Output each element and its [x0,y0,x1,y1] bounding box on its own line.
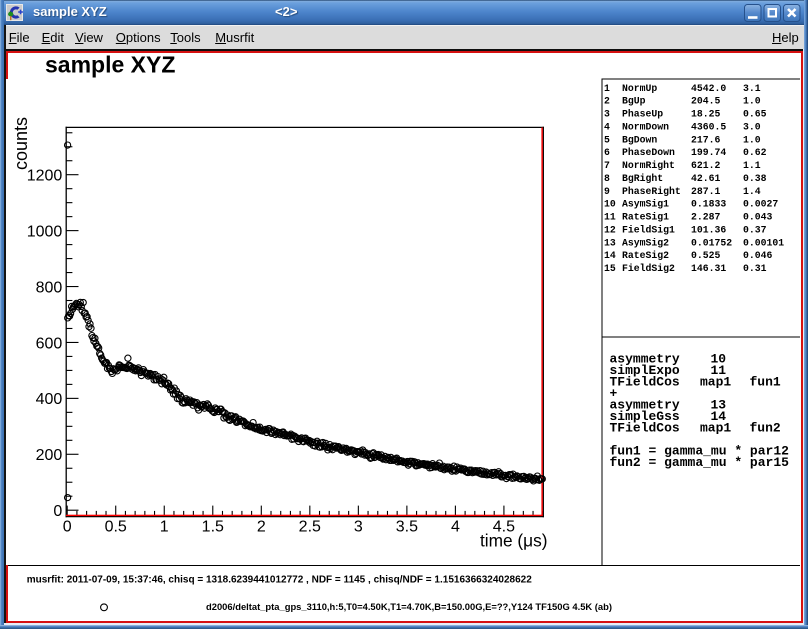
svg-text:4542.0: 4542.0 [691,83,726,94]
svg-text:PhaseRight: PhaseRight [622,186,681,197]
svg-text:13: 13 [604,237,616,248]
svg-text:287.1: 287.1 [691,186,721,197]
svg-text:9: 9 [604,186,610,197]
svg-text:600: 600 [36,335,63,352]
svg-text:1200: 1200 [27,168,63,185]
svg-text:sample XYZ: sample XYZ [45,51,175,77]
svg-text:3: 3 [604,109,610,120]
svg-text:8: 8 [604,173,610,184]
svg-text:3: 3 [354,519,363,536]
svg-text:1.1: 1.1 [743,160,761,171]
svg-text:2: 2 [257,519,266,536]
svg-text:TFieldCos: TFieldCos [610,420,680,435]
svg-text:0.01752: 0.01752 [691,237,732,248]
svg-text:3.1: 3.1 [743,83,761,94]
svg-text:15: 15 [604,263,616,274]
svg-text:1: 1 [160,519,169,536]
svg-text:PhaseDown: PhaseDown [622,147,675,158]
svg-text:0.046: 0.046 [743,250,773,261]
svg-text:fun2 = gamma_mu * par15: fun2 = gamma_mu * par15 [610,455,790,470]
svg-text:NormRight: NormRight [622,160,675,171]
svg-text:0.00101: 0.00101 [743,237,784,248]
svg-text:200: 200 [36,447,63,464]
svg-text:PhaseUp: PhaseUp [622,109,663,120]
svg-text:400: 400 [36,391,63,408]
svg-text:0.0027: 0.0027 [743,199,778,210]
svg-text:AsymSig2: AsymSig2 [622,237,669,248]
svg-text:621.2: 621.2 [691,160,721,171]
svg-text:1.4: 1.4 [743,186,761,197]
svg-text:0.31: 0.31 [743,263,767,274]
svg-text:RateSig1: RateSig1 [622,212,669,223]
svg-text:11: 11 [604,212,616,223]
svg-text:0.62: 0.62 [743,147,767,158]
svg-text:0.38: 0.38 [743,173,767,184]
svg-text:4360.5: 4360.5 [691,121,726,132]
svg-text:0.5: 0.5 [105,519,127,536]
svg-text:FieldSig2: FieldSig2 [622,263,675,274]
svg-text:AsymSig1: AsymSig1 [622,199,669,210]
svg-text:TFieldCos: TFieldCos [610,375,680,390]
svg-text:4: 4 [451,519,460,536]
svg-text:204.5: 204.5 [691,96,721,107]
svg-text:6: 6 [604,147,610,158]
svg-text:0.525: 0.525 [691,250,721,261]
svg-text:BgUp: BgUp [622,96,646,107]
svg-text:0.37: 0.37 [743,225,767,236]
svg-text:0: 0 [63,519,72,536]
svg-text:0: 0 [53,503,62,520]
svg-text:1.5: 1.5 [202,519,224,536]
svg-text:10: 10 [604,199,616,210]
svg-text:800: 800 [36,279,63,296]
svg-text:14: 14 [604,250,616,261]
svg-text:time (μs): time (μs) [480,531,548,551]
svg-text:4: 4 [604,121,610,132]
svg-text:101.36: 101.36 [691,225,726,236]
svg-text:18.25: 18.25 [691,109,721,120]
svg-text:3.5: 3.5 [396,519,418,536]
svg-text:RateSig2: RateSig2 [622,250,669,261]
svg-text:2.287: 2.287 [691,212,721,223]
svg-text:0.1833: 0.1833 [691,199,726,210]
svg-text:BgDown: BgDown [622,134,657,145]
svg-text:fun1: fun1 [750,375,781,390]
svg-text:2: 2 [604,96,610,107]
svg-text:7: 7 [604,160,610,171]
svg-text:FieldSig1: FieldSig1 [622,225,675,236]
svg-text:0.043: 0.043 [743,212,773,223]
svg-text:217.6: 217.6 [691,134,721,145]
svg-text:map1: map1 [700,420,731,435]
svg-text:1.0: 1.0 [743,96,761,107]
svg-text:1: 1 [604,83,610,94]
svg-text:1000: 1000 [27,223,63,240]
svg-text:0.65: 0.65 [743,109,767,120]
svg-text:musrfit: 2011-07-09, 15:37:46,: musrfit: 2011-07-09, 15:37:46, chisq = 1… [27,574,533,585]
svg-text:d2006/deltat_pta_gps_3110,h:5,: d2006/deltat_pta_gps_3110,h:5,T0=4.50K,T… [206,601,612,612]
svg-text:12: 12 [604,225,616,236]
svg-text:42.61: 42.61 [691,173,721,184]
svg-text:fun2: fun2 [750,420,781,435]
svg-text:counts: counts [11,117,31,170]
svg-text:146.31: 146.31 [691,263,726,274]
svg-text:NormDown: NormDown [622,121,669,132]
svg-text:3.0: 3.0 [743,121,761,132]
svg-text:1.0: 1.0 [743,134,761,145]
svg-text:5: 5 [604,134,610,145]
svg-text:NormUp: NormUp [622,83,657,94]
svg-text:BgRight: BgRight [622,173,663,184]
svg-text:199.74: 199.74 [691,147,726,158]
svg-text:2.5: 2.5 [299,519,321,536]
svg-text:map1: map1 [700,375,731,390]
